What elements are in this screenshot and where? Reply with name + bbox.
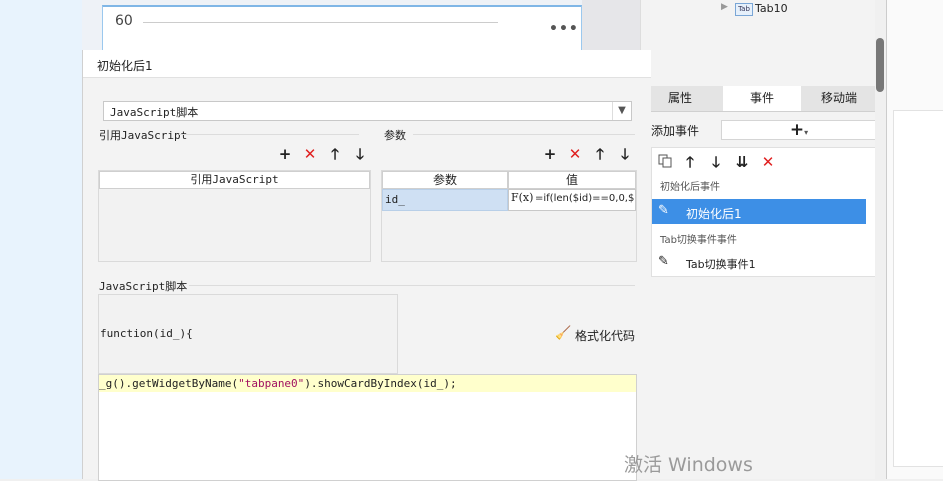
ref-js-column-header: 引用JavaScript xyxy=(99,171,370,189)
add-event-dropdown[interactable]: +▾ xyxy=(721,120,877,140)
function-signature-box: function(id_){ xyxy=(98,294,398,374)
card-divider xyxy=(143,22,498,23)
script-divider xyxy=(189,285,635,286)
event-item-tab-switch[interactable]: ✎ Tab切换事件1 xyxy=(652,250,866,275)
code-string: "tabpane0" xyxy=(238,377,305,390)
move-up-icon[interactable]: 🡑 xyxy=(327,146,343,162)
param-name-header: 参数 xyxy=(382,171,508,189)
script-type-select[interactable]: JavaScript脚本 ▼ xyxy=(103,101,632,121)
right-properties-panel: ▶ Tab Tab10 属性 事件 移动端 添加事件 +▾ 🡑 🡓 ⇊ ✕ 初始… xyxy=(640,0,887,479)
background-widget-card[interactable]: 60 ••• xyxy=(102,5,582,53)
ref-js-divider xyxy=(179,134,359,135)
tab-events[interactable]: 事件 xyxy=(723,86,801,111)
param-divider xyxy=(413,134,635,135)
add-event-label: 添加事件 xyxy=(651,124,700,138)
code-line-1: _g().getWidgetByName("tabpane0").showCar… xyxy=(99,375,636,392)
canvas-gray-strip xyxy=(582,0,640,50)
delete-icon[interactable]: ✕ xyxy=(760,154,776,170)
move-down-icon[interactable]: 🡓 xyxy=(708,154,724,170)
move-down-icon[interactable]: 🡓 xyxy=(617,146,633,162)
event-item-label: 初始化后1 xyxy=(686,207,742,221)
delete-icon[interactable]: ✕ xyxy=(567,146,583,162)
event-item-selected[interactable]: ✎ 初始化后1 xyxy=(652,199,866,224)
code-prefix: _g().getWidgetByName( xyxy=(99,377,239,390)
move-down-icon[interactable]: 🡓 xyxy=(352,146,368,162)
tab-properties[interactable]: 属性 xyxy=(641,86,719,111)
param-value-cell[interactable]: F(x) =if(len($id)==0,0,$ xyxy=(508,189,636,211)
chevron-down-icon[interactable]: ▼ xyxy=(612,102,631,120)
more-dots-icon[interactable]: ••• xyxy=(549,21,579,37)
tree-node-label: Tab10 xyxy=(755,2,788,15)
edit-pencil-icon[interactable]: ✎ xyxy=(658,254,669,269)
broom-icon: 🧹 xyxy=(555,326,572,341)
card-value: 60 xyxy=(115,13,133,29)
add-icon[interactable]: + xyxy=(277,146,293,162)
formula-fx-icon[interactable]: F(x) xyxy=(511,191,533,204)
windows-activation-watermark: 激活 Windows xyxy=(624,454,753,476)
param-name: id_ xyxy=(385,193,405,206)
tab-mobile[interactable]: 移动端 xyxy=(803,86,875,111)
copy-icon[interactable] xyxy=(658,154,672,168)
delete-icon[interactable]: ✕ xyxy=(302,146,318,162)
param-value-header: 值 xyxy=(508,171,636,189)
param-section-label: 参数 xyxy=(384,129,406,142)
move-bottom-icon[interactable]: ⇊ xyxy=(734,154,750,170)
format-code-label: 格式化代码 xyxy=(575,329,636,343)
add-icon[interactable]: + xyxy=(542,146,558,162)
far-right-content xyxy=(893,110,943,467)
ref-js-section-label: 引用JavaScript xyxy=(99,129,188,142)
dialog-title-bar: 初始化后1 xyxy=(83,50,651,78)
move-up-icon[interactable]: 🡑 xyxy=(592,146,608,162)
dialog-title: 初始化后1 xyxy=(97,59,153,73)
right-scrollbar-thumb[interactable] xyxy=(876,38,884,92)
tree-expand-icon[interactable]: ▶ xyxy=(721,2,728,12)
event-item-label: Tab切换事件1 xyxy=(686,258,756,271)
plus-icon: + xyxy=(789,120,805,140)
event-group-tab-switch: Tab切换事件事件 xyxy=(660,235,737,246)
script-section-label: JavaScript脚本 xyxy=(99,280,188,293)
events-list: 🡑 🡓 ⇊ ✕ 初始化后事件 ✎ 初始化后1 Tab切换事件事件 ✎ Tab切换… xyxy=(651,147,877,277)
tab-widget-icon: Tab xyxy=(735,3,753,16)
dropdown-arrow-icon: ▾ xyxy=(804,128,809,137)
edit-pencil-icon[interactable]: ✎ xyxy=(658,203,669,218)
param-value: =if(len($id)==0,0,$ xyxy=(535,193,635,204)
script-type-value: JavaScript脚本 xyxy=(110,106,199,119)
event-group-initialized: 初始化后事件 xyxy=(660,182,720,193)
ref-js-table: 引用JavaScript xyxy=(98,170,371,262)
move-up-icon[interactable]: 🡑 xyxy=(682,154,698,170)
right-tabs-bar: 属性 事件 移动端 xyxy=(641,86,875,112)
code-suffix: ).showCardByIndex(id_); xyxy=(304,377,457,390)
function-signature: function(id_){ xyxy=(100,327,193,340)
param-name-cell[interactable]: id_ xyxy=(382,189,508,211)
canvas-left-area xyxy=(0,0,83,479)
param-table: 参数 值 id_ F(x) =if(len($id)==0,0,$ xyxy=(381,170,637,262)
event-editor-dialog: 初始化后1 JavaScript脚本 ▼ 引用JavaScript + ✕ 🡑 … xyxy=(82,50,651,481)
code-editor[interactable]: _g().getWidgetByName("tabpane0").showCar… xyxy=(98,374,637,481)
